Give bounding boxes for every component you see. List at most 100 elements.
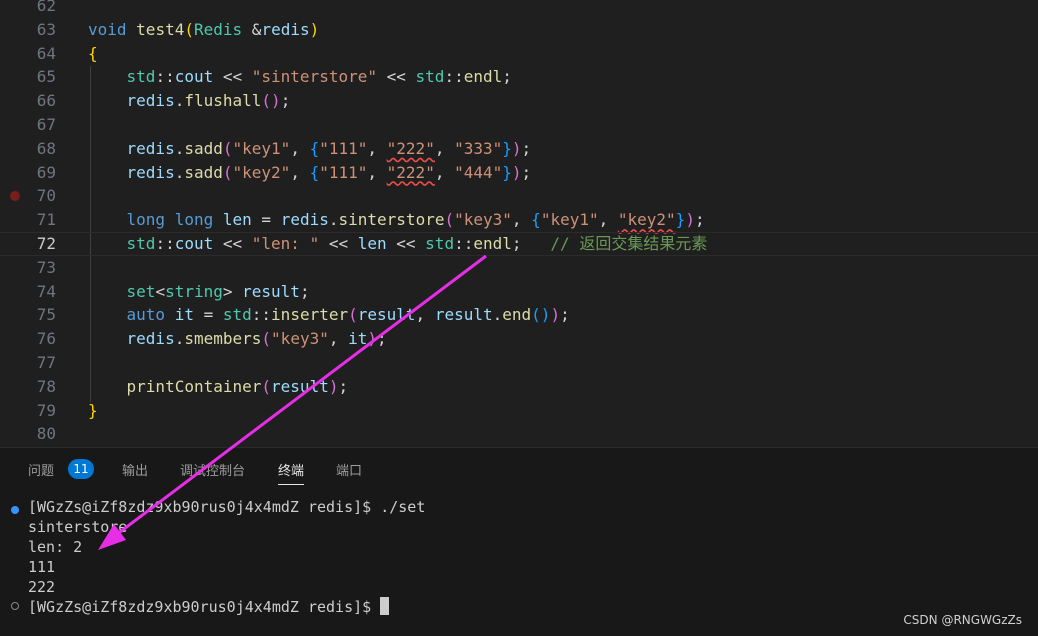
- code-token: <<: [213, 67, 252, 87]
- code-token: set: [126, 281, 156, 301]
- code-token: long: [126, 210, 166, 230]
- code-token: (: [261, 91, 272, 111]
- code-line[interactable]: 74 set<string> result;: [0, 280, 1038, 304]
- line-number: 76: [36, 329, 56, 349]
- terminal-line: [WGzZs@iZf8zdz9xb90rus0j4x4mdZ redis]$ .…: [28, 498, 426, 516]
- code-line[interactable]: 72 std::cout << "len: " << len << std::e…: [0, 232, 1038, 256]
- code-token: "444": [454, 162, 503, 182]
- tab-ports[interactable]: 端口: [336, 460, 362, 479]
- code-line[interactable]: 65 std::cout << "sinterstore" << std::en…: [0, 65, 1038, 89]
- code-token: "key3": [454, 210, 512, 230]
- code-editor[interactable]: 6263 void test4(Redis &redis) 64{65 std::c…: [0, 0, 1038, 447]
- code-token: (: [444, 210, 455, 230]
- code-token: redis: [126, 91, 175, 111]
- code-token: ,: [367, 138, 387, 158]
- code-text: redis.sadd("key1", {"111", "222", "333"}…: [88, 137, 532, 161]
- code-line[interactable]: 66 redis.flushall();: [0, 89, 1038, 113]
- code-line[interactable]: 78 printContainer(result);: [0, 375, 1038, 399]
- tab-debug-console[interactable]: 调试控制台: [180, 460, 245, 479]
- code-line[interactable]: 71 long long len = redis.sinterstore("ke…: [0, 208, 1038, 232]
- code-line[interactable]: 63 void test4(Redis &redis): [0, 18, 1038, 42]
- code-token: .: [174, 91, 185, 111]
- terminal-line: 222: [28, 578, 56, 596]
- code-token: }: [502, 162, 512, 182]
- code-line[interactable]: 75 auto it = std::inserter(result, resul…: [0, 303, 1038, 327]
- code-token: {: [88, 43, 98, 63]
- code-token: .: [174, 162, 185, 182]
- code-token: sadd: [184, 138, 223, 158]
- code-token: ,: [434, 162, 455, 182]
- code-token: ,: [511, 210, 532, 230]
- code-token: ,: [598, 210, 618, 230]
- code-token: (: [222, 138, 233, 158]
- line-number: 73: [36, 257, 56, 277]
- code-token: cout: [174, 234, 214, 253]
- line-number: 66: [36, 91, 56, 111]
- code-token: ;: [511, 234, 522, 253]
- terminal-prompt-line[interactable]: [WGzZs@iZf8zdz9xb90rus0j4x4mdZ redis]$: [28, 597, 390, 617]
- code-token: "111": [319, 138, 368, 158]
- code-token: {: [309, 162, 320, 182]
- code-token: .: [174, 138, 185, 158]
- code-line[interactable]: 77: [0, 351, 1038, 375]
- terminal-line: len: 2: [28, 538, 83, 556]
- code-token: >: [222, 281, 243, 301]
- code-text: long long len = redis.sinterstore("key3"…: [88, 208, 705, 232]
- code-token: "key3": [271, 329, 329, 349]
- line-number: 62: [36, 0, 56, 15]
- code-token: ;: [521, 162, 532, 182]
- code-token: redis: [126, 162, 175, 182]
- code-token: endl: [463, 67, 503, 87]
- line-number: 68: [36, 138, 56, 158]
- code-token: "key2": [232, 162, 291, 182]
- code-line[interactable]: 70: [0, 184, 1038, 208]
- code-line[interactable]: 64 {: [0, 42, 1038, 66]
- code-token: void: [88, 19, 127, 39]
- code-line[interactable]: 76 redis.smembers("key3", it);: [0, 327, 1038, 351]
- line-number: 78: [36, 376, 56, 396]
- code-token: inserter: [271, 305, 349, 325]
- tab-terminal[interactable]: 终端: [278, 460, 305, 485]
- code-token: ,: [290, 162, 310, 182]
- code-token: ): [550, 305, 561, 325]
- code-token: ,: [328, 329, 349, 349]
- code-line[interactable]: 62: [0, 0, 1038, 18]
- code-token: ,: [415, 305, 435, 325]
- code-line[interactable]: 68 redis.sadd("key1", {"111", "222", "33…: [0, 137, 1038, 161]
- code-token: cout: [174, 67, 214, 87]
- code-token: .: [328, 210, 339, 230]
- code-token: std: [425, 234, 455, 253]
- code-token: ): [309, 19, 320, 39]
- code-token: ;: [502, 67, 512, 87]
- code-line[interactable]: 67: [0, 113, 1038, 137]
- code-line[interactable]: 73: [0, 256, 1038, 280]
- code-token: <<: [213, 234, 252, 253]
- tab-output[interactable]: 输出: [122, 460, 148, 479]
- command-success-dot-icon: [11, 506, 19, 514]
- code-token: ;: [560, 305, 570, 325]
- watermark: CSDN @RNGWGzZs: [903, 613, 1022, 627]
- code-token: string: [165, 281, 223, 301]
- code-text: std::cout << "len: " << len << std::endl…: [88, 233, 708, 255]
- code-token: "sinterstore": [251, 67, 377, 87]
- code-token: sadd: [184, 162, 223, 182]
- code-line[interactable]: 79}: [0, 399, 1038, 423]
- code-token: redis: [280, 210, 329, 230]
- terminal-line: sinterstore: [28, 518, 128, 536]
- code-line[interactable]: 69 redis.sadd("key2", {"111", "222", "44…: [0, 161, 1038, 185]
- code-line[interactable]: 80: [0, 422, 1038, 446]
- tab-problems[interactable]: 问题: [28, 460, 54, 479]
- problems-count-badge: 11: [68, 459, 94, 479]
- line-number: 79: [36, 400, 56, 420]
- terminal-cursor: [380, 597, 390, 615]
- code-token: "333": [454, 138, 503, 158]
- code-token: "222": [386, 138, 435, 158]
